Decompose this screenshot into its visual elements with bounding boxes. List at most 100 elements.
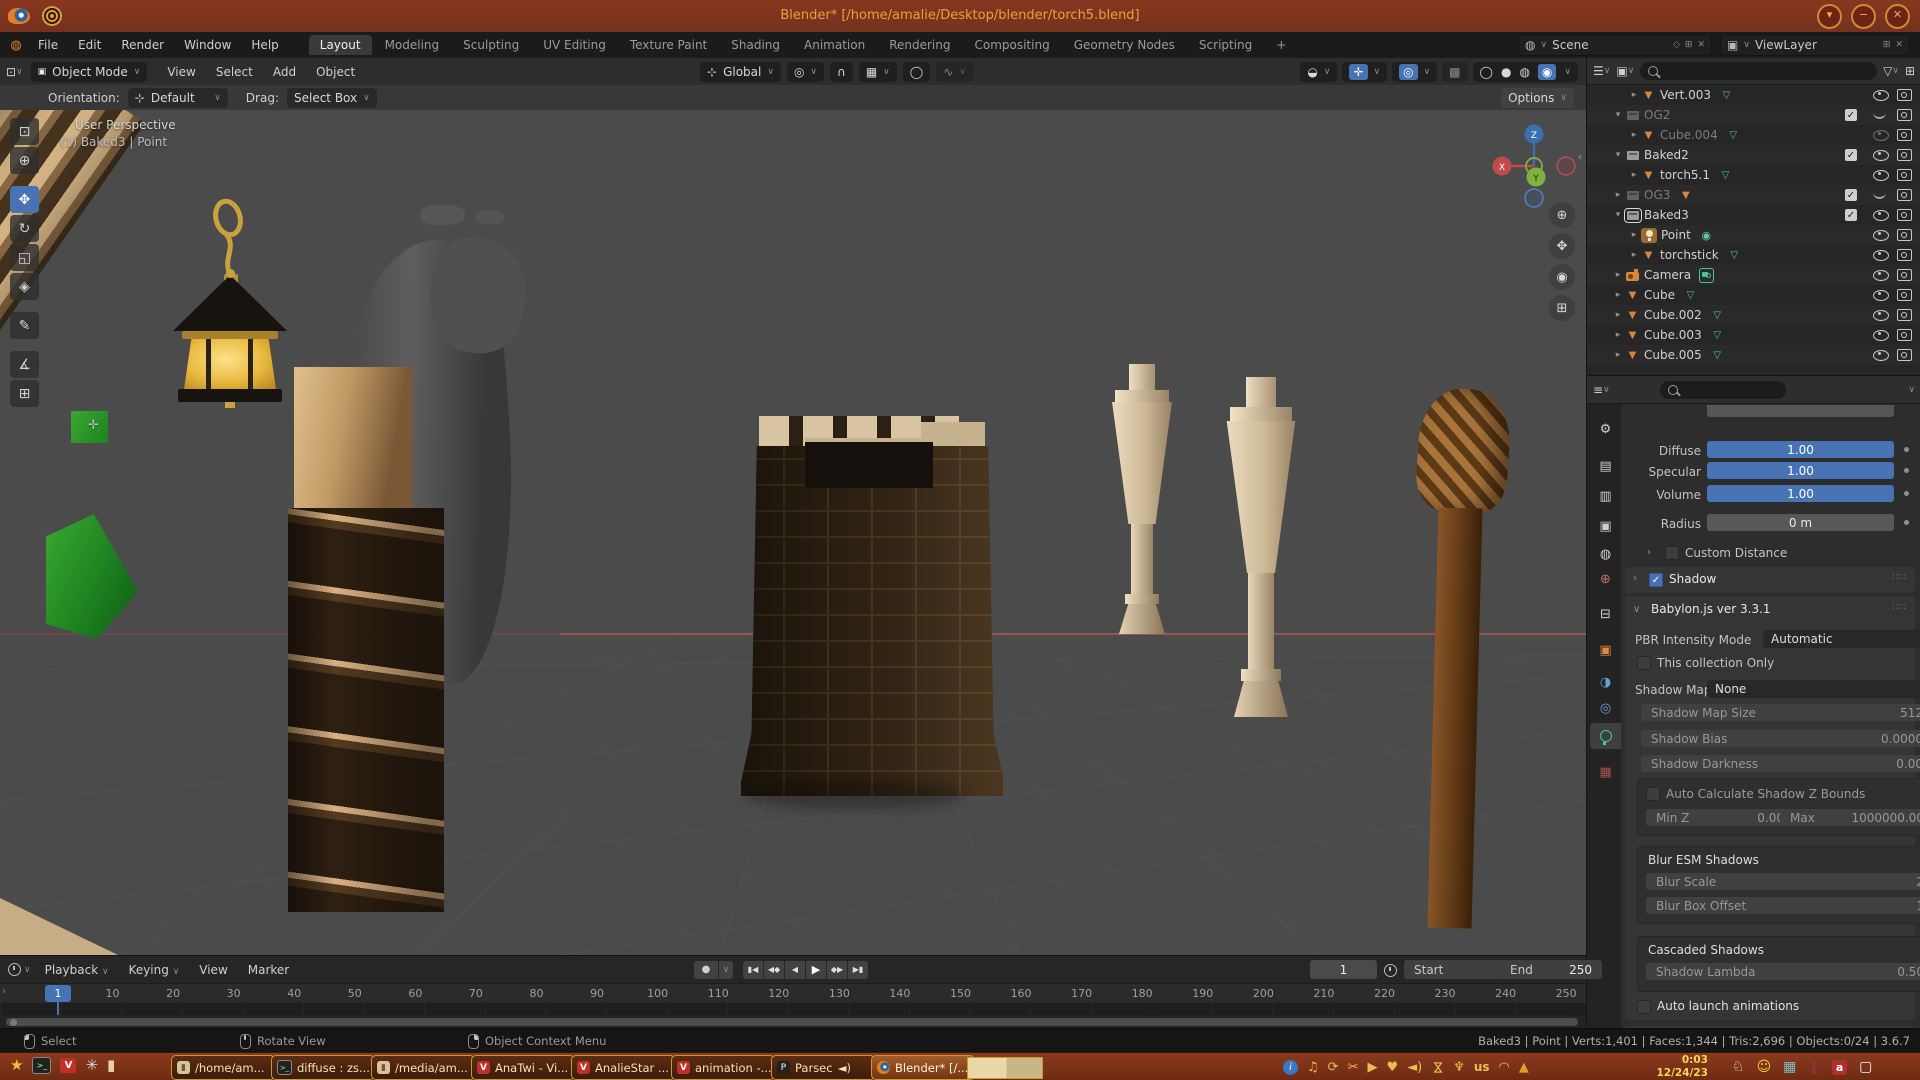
volume-animate-dot[interactable] bbox=[1904, 491, 1909, 496]
properties-options-icon[interactable]: ∨ bbox=[1908, 385, 1915, 395]
window-menu-button[interactable]: ▾ bbox=[1817, 4, 1842, 29]
disable-render-camera-icon[interactable] bbox=[1897, 289, 1912, 301]
workspace-tab-rendering[interactable]: Rendering bbox=[878, 35, 961, 55]
hide-viewport-eye-icon[interactable] bbox=[1873, 250, 1889, 261]
disable-render-camera-icon[interactable] bbox=[1897, 149, 1912, 161]
snap-target-selector[interactable]: ▦∨ bbox=[859, 62, 897, 82]
lantern-object[interactable] bbox=[168, 275, 292, 407]
properties-tab-object[interactable]: ▣ bbox=[1590, 637, 1621, 663]
keying-set-dropdown[interactable]: ∨ bbox=[719, 961, 733, 979]
shading-rendered-icon[interactable]: ◉ bbox=[1538, 64, 1556, 80]
panel-collapse-arrow[interactable]: ‹ bbox=[1578, 150, 1582, 163]
properties-tab-collection[interactable]: ⊟ bbox=[1590, 601, 1621, 627]
point-light-gizmo[interactable]: ✛ bbox=[88, 418, 99, 433]
disable-render-camera-icon[interactable] bbox=[1897, 189, 1912, 201]
tray-wallet-icon[interactable]: ❚ bbox=[1808, 1059, 1820, 1075]
timeline-menu-view[interactable]: View bbox=[189, 963, 237, 977]
disable-render-camera-icon[interactable] bbox=[1897, 349, 1912, 361]
hide-viewport-eye-icon[interactable] bbox=[1873, 111, 1886, 119]
hide-viewport-eye-icon[interactable] bbox=[1873, 210, 1889, 221]
tray-update-icon[interactable]: ⟳ bbox=[1328, 1060, 1339, 1075]
launcher-media-player-icon[interactable]: V bbox=[60, 1058, 76, 1073]
outliner-row-cube-004[interactable]: ▸▼Cube.004▽ bbox=[1587, 125, 1920, 145]
minimize-button[interactable]: − bbox=[1851, 4, 1876, 29]
close-button[interactable]: ✕ bbox=[1885, 4, 1910, 29]
auto-z-checkbox[interactable] bbox=[1646, 787, 1660, 801]
outliner-row-torchstick[interactable]: ▸▼torchstick▽ bbox=[1587, 245, 1920, 265]
menu-file[interactable]: File bbox=[28, 38, 68, 52]
viewport-menu-object[interactable]: Object bbox=[306, 65, 365, 79]
outliner-row-baked3[interactable]: ▾Baked3✓ bbox=[1587, 205, 1920, 225]
blur-box-offset-field[interactable]: Blur Box Offset1 bbox=[1646, 897, 1920, 914]
transport-prev-keyframe[interactable]: ◀◆ bbox=[764, 961, 784, 979]
workspace-tab-animation[interactable]: Animation bbox=[793, 35, 876, 55]
properties-tab-scene[interactable]: ◍ bbox=[1590, 541, 1621, 567]
tray-music-icon[interactable]: ♫ bbox=[1307, 1060, 1319, 1075]
exclude-checkbox[interactable]: ✓ bbox=[1845, 149, 1857, 161]
falloff-selector[interactable]: ∿∨ bbox=[936, 62, 973, 82]
disable-render-camera-icon[interactable] bbox=[1897, 129, 1912, 141]
task-button--home-am-[interactable]: ▮/home/am... bbox=[171, 1055, 275, 1080]
outliner-row-camera[interactable]: ▸Camera bbox=[1587, 265, 1920, 285]
use-preview-range-icon[interactable] bbox=[1384, 964, 1397, 977]
disable-render-camera-icon[interactable] bbox=[1897, 169, 1912, 181]
workspace-tab-compositing[interactable]: Compositing bbox=[963, 35, 1060, 55]
transport-next-keyframe[interactable]: ◆▶ bbox=[827, 961, 847, 979]
properties-tab-physics[interactable]: ◑ bbox=[1590, 669, 1621, 695]
timeline-menu-keying[interactable]: Keying ∨ bbox=[119, 963, 190, 977]
properties-tab-object-data[interactable] bbox=[1590, 723, 1621, 749]
gray-fragment-2[interactable] bbox=[476, 210, 504, 224]
hide-viewport-eye-icon[interactable] bbox=[1873, 191, 1886, 199]
tray-chess-icon[interactable]: ♘ bbox=[1732, 1059, 1745, 1075]
properties-tab-view-layer[interactable]: ▣ bbox=[1590, 513, 1621, 539]
viewport-camera-view-button[interactable]: ◉ bbox=[1549, 264, 1575, 290]
tray-keyboard-layout-icon[interactable]: us bbox=[1474, 1060, 1490, 1074]
tray-bluetooth-icon[interactable]: ⋈ bbox=[1430, 1061, 1445, 1074]
viewport-menu-view[interactable]: View bbox=[157, 65, 205, 79]
viewport-3d[interactable]: ✛ bbox=[0, 110, 1586, 955]
task-button-diffuse-zs-[interactable]: >_diffuse : zs... bbox=[271, 1055, 375, 1080]
current-frame-field[interactable]: 1 bbox=[1310, 960, 1377, 979]
transform-orientation-selector[interactable]: ⊹ Global∨ bbox=[700, 62, 781, 82]
outliner-row-torch5-1[interactable]: ▸▼torch5.1▽ bbox=[1587, 165, 1920, 185]
drag-dropdown[interactable]: Select Box∨ bbox=[287, 88, 377, 108]
visibility-selector[interactable]: ◒∨ bbox=[1300, 62, 1337, 82]
viewport-menu-add[interactable]: Add bbox=[263, 65, 306, 79]
scene-selector[interactable]: ◍∨ Scene ◇ ⊞ ✕ bbox=[1518, 34, 1712, 56]
current-frame-indicator[interactable]: 1 bbox=[45, 985, 71, 1002]
launcher-wheel-icon[interactable]: ✳ bbox=[85, 1056, 98, 1074]
hide-viewport-eye-icon[interactable] bbox=[1873, 170, 1889, 181]
task-button--media-am-[interactable]: ▮/media/am... bbox=[371, 1055, 475, 1080]
max-z-field[interactable]: Max1000000.00 bbox=[1780, 809, 1920, 826]
properties-tab-constraints[interactable]: ◎ bbox=[1590, 695, 1621, 721]
disable-render-camera-icon[interactable] bbox=[1897, 269, 1912, 281]
tray-volume-icon[interactable]: ◄) bbox=[1407, 1060, 1422, 1075]
outliner-search[interactable] bbox=[1640, 62, 1877, 80]
transport-play-reverse[interactable]: ◀ bbox=[785, 961, 805, 979]
shadow-expander[interactable]: › bbox=[1633, 573, 1637, 584]
wooden-post-object[interactable] bbox=[288, 508, 444, 912]
transport-jump-to-end[interactable]: ▶▮ bbox=[848, 961, 868, 979]
properties-tab-tool[interactable]: ⚙ bbox=[1590, 416, 1621, 442]
xray-toggle[interactable]: ▩ bbox=[1442, 62, 1467, 82]
shadow-map-size-field[interactable]: Shadow Map Size512 bbox=[1641, 704, 1920, 721]
end-frame-field[interactable]: End250 bbox=[1500, 960, 1602, 979]
baluster-object-1[interactable] bbox=[1108, 364, 1176, 654]
workspace-tab--[interactable]: + bbox=[1265, 35, 1297, 55]
outliner-row-point[interactable]: ▸Point◉ bbox=[1587, 225, 1920, 245]
radius-field[interactable]: 0 m bbox=[1707, 514, 1894, 531]
timeline-scrollbar[interactable] bbox=[6, 1018, 1578, 1026]
color-swatch[interactable] bbox=[967, 1057, 1043, 1079]
viewport-zoom-button[interactable]: ⊕ bbox=[1549, 202, 1575, 228]
playhead-line[interactable] bbox=[57, 1001, 59, 1015]
launcher-files-icon[interactable]: ▮ bbox=[107, 1056, 115, 1074]
properties-tab-render[interactable]: ▤ bbox=[1590, 453, 1621, 479]
menu-edit[interactable]: Edit bbox=[68, 38, 111, 52]
task-button-anatwi-vi-[interactable]: VAnaTwi - Vi... bbox=[471, 1055, 575, 1080]
custom-distance-checkbox[interactable] bbox=[1665, 546, 1679, 560]
hide-viewport-eye-icon[interactable] bbox=[1873, 90, 1889, 101]
proportional-editing-toggle[interactable]: ◯ bbox=[903, 62, 930, 82]
tool-add-cube[interactable]: ⊞ bbox=[10, 380, 39, 407]
tool-measure[interactable]: ∡ bbox=[10, 351, 39, 378]
gray-fragment-1[interactable] bbox=[420, 205, 465, 225]
